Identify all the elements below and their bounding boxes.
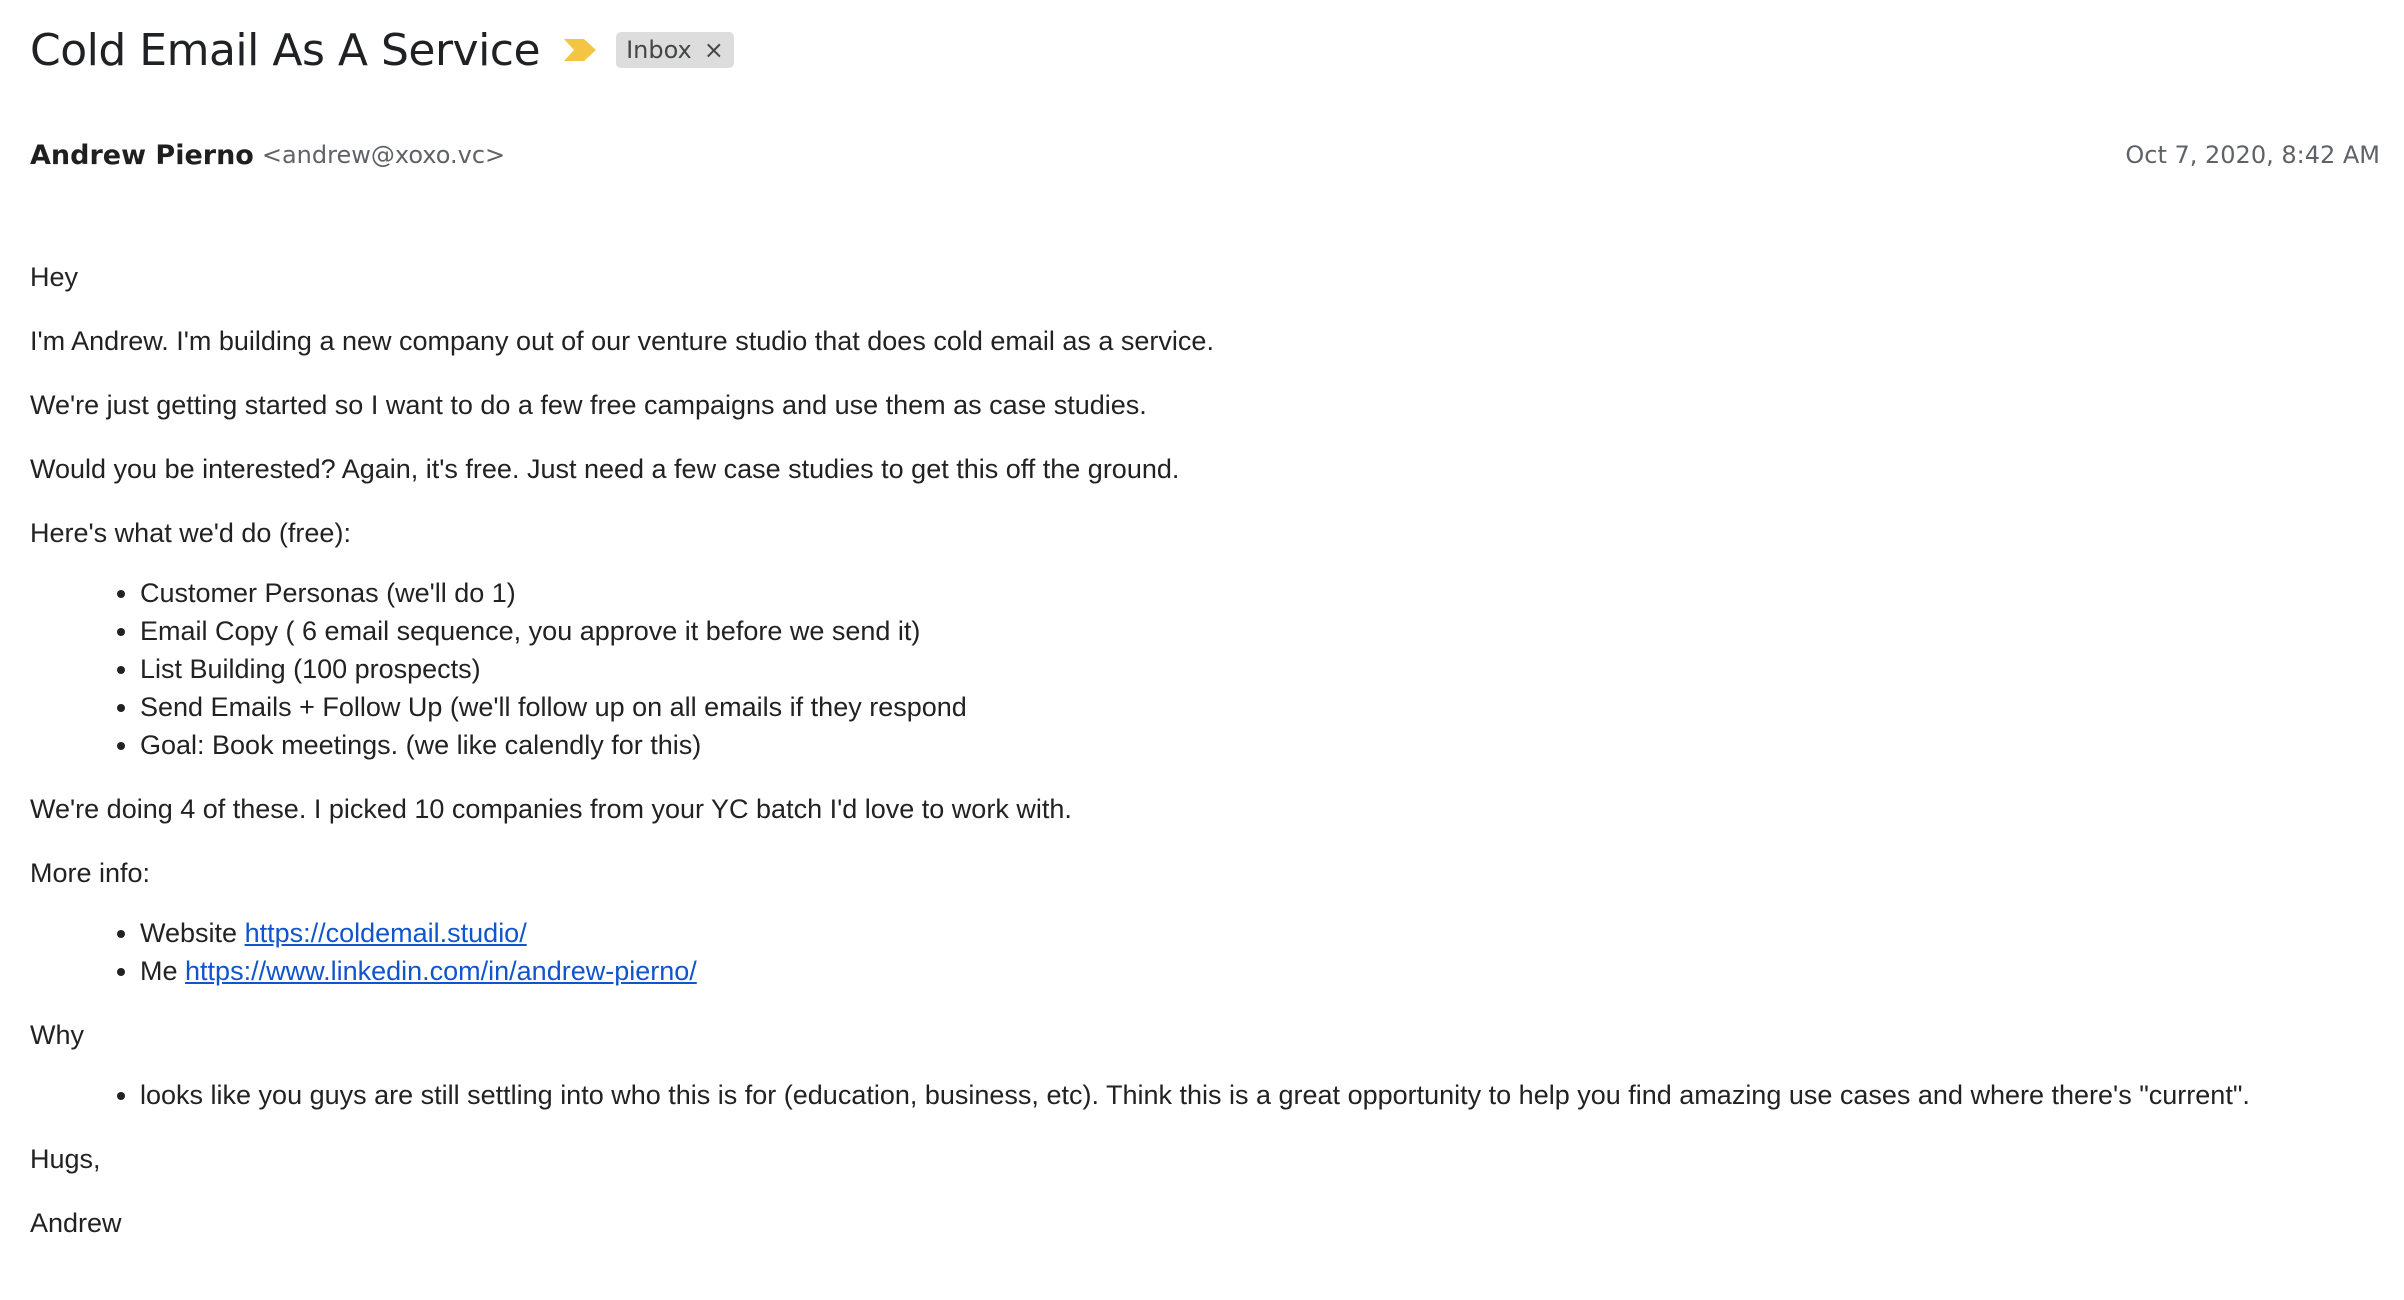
list-item: List Building (100 prospects)	[140, 650, 2380, 688]
getting-started-paragraph: We're just getting started so I want to …	[30, 390, 1147, 420]
linkedin-link[interactable]: https://www.linkedin.com/in/andrew-piern…	[185, 956, 697, 986]
list-item: Goal: Book meetings. (we like calendly f…	[140, 726, 2380, 764]
sender-name[interactable]: Andrew Pierno	[30, 140, 254, 171]
list-item: Website https://coldemail.studio/	[140, 914, 2380, 952]
more-info-heading: More info:	[30, 858, 151, 888]
offer-list: Customer Personas (we'll do 1) Email Cop…	[30, 574, 2380, 764]
batch-paragraph: We're doing 4 of these. I picked 10 comp…	[30, 794, 1072, 824]
intro-paragraph: I'm Andrew. I'm building a new company o…	[30, 326, 1214, 356]
list-item: Me https://www.linkedin.com/in/andrew-pi…	[140, 952, 2380, 990]
email-header: Cold Email As A Service Inbox ×	[30, 22, 734, 78]
why-list: looks like you guys are still settling i…	[30, 1076, 2380, 1114]
sender-row: Andrew Pierno <andrew@xoxo.vc> Oct 7, 20…	[30, 137, 2380, 173]
offer-heading: Here's what we'd do (free):	[30, 518, 351, 548]
me-label: Me	[140, 956, 178, 986]
website-label: Website	[140, 918, 238, 948]
label-chip-inbox: Inbox ×	[616, 32, 734, 68]
email-date: Oct 7, 2020, 8:42 AM	[2125, 141, 2380, 169]
sender-email: <andrew@xoxo.vc>	[261, 141, 506, 169]
list-item: looks like you guys are still settling i…	[140, 1076, 2380, 1114]
list-item: Customer Personas (we'll do 1)	[140, 574, 2380, 612]
signature: Andrew	[30, 1208, 122, 1238]
importance-marker-icon[interactable]	[562, 37, 598, 63]
greeting: Hey	[30, 262, 79, 292]
signoff: Hugs,	[30, 1144, 101, 1174]
list-item: Send Emails + Follow Up (we'll follow up…	[140, 688, 2380, 726]
email-subject: Cold Email As A Service	[30, 24, 541, 76]
list-item: Email Copy ( 6 email sequence, you appro…	[140, 612, 2380, 650]
why-heading: Why	[30, 1020, 84, 1050]
email-body: Hey I'm Andrew. I'm building a new compa…	[30, 258, 2380, 1268]
website-link[interactable]: https://coldemail.studio/	[245, 918, 527, 948]
remove-label-icon[interactable]: ×	[704, 38, 724, 62]
label-chip-text: Inbox	[626, 36, 692, 64]
interest-paragraph: Would you be interested? Again, it's fre…	[30, 454, 1180, 484]
more-info-list: Website https://coldemail.studio/ Me htt…	[30, 914, 2380, 990]
